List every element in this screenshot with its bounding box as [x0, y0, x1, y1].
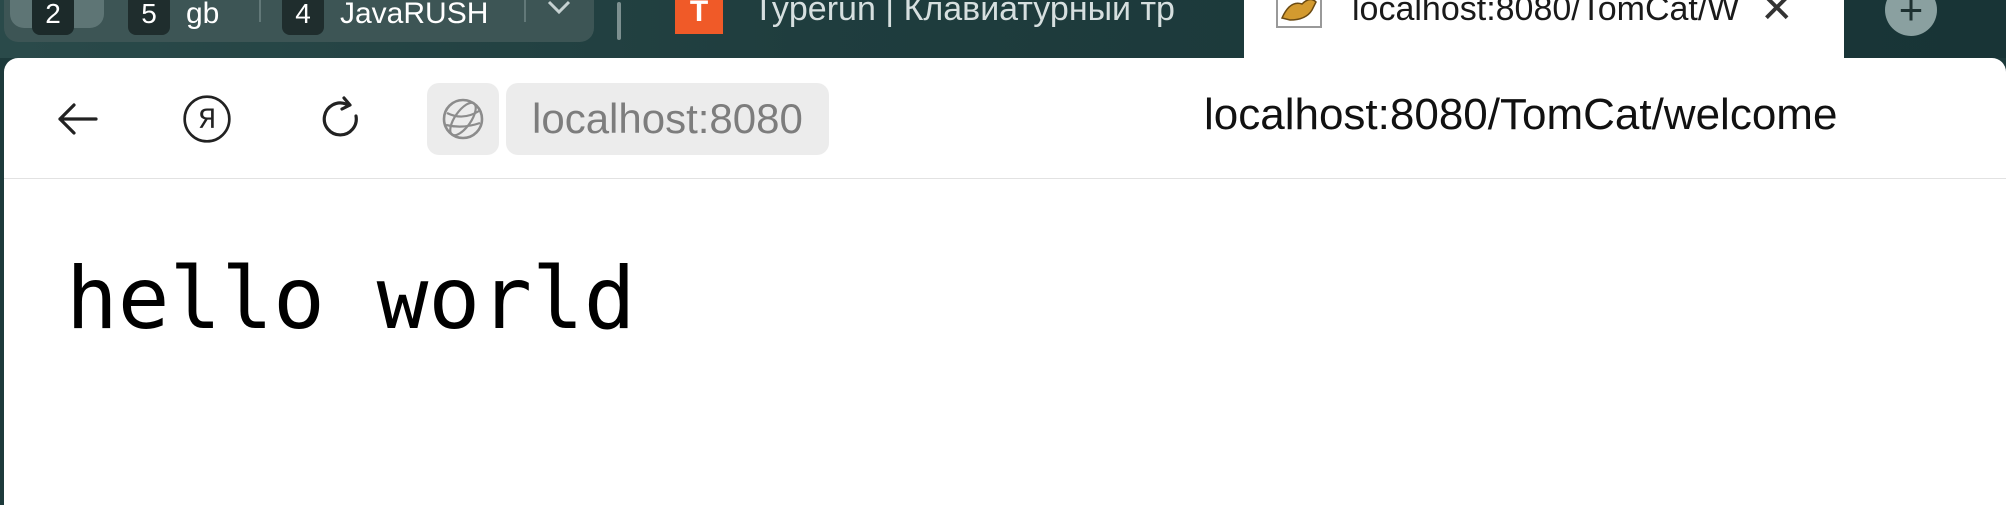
close-icon[interactable]: ✕ — [1760, 0, 1794, 32]
reload-button[interactable] — [316, 94, 366, 144]
chevron-down-icon[interactable] — [544, 0, 574, 25]
tab-group-badge: 2 — [32, 0, 74, 35]
tab-typerun[interactable]: T Typerun | Клавиатурный тр — [675, 0, 1215, 48]
svg-text:Я: Я — [198, 104, 217, 135]
page-content: hello world — [4, 179, 2006, 505]
tab-group-3[interactable]: 4 JavaRUSH — [282, 0, 488, 42]
reload-icon — [322, 96, 358, 137]
tab-active[interactable]: localhost:8080/TomCat/W ✕ — [1244, 0, 1844, 60]
tab-groups: 2 5 gb 4 JavaRUSH — [4, 0, 594, 42]
address-bar-url[interactable]: localhost:8080/TomCat/welcome — [1204, 90, 1837, 140]
page-heading: hello world — [66, 249, 636, 349]
tab-title: Typerun | Клавиатурный тр — [753, 0, 1175, 28]
tab-group-divider — [259, 0, 261, 22]
tab-group-badge: 4 — [282, 0, 324, 35]
browser-toolbar: Я localhost:8080 localhost:8080/TomCat/w… — [4, 58, 2006, 179]
tab-title: localhost:8080/TomCat/W — [1352, 0, 1740, 28]
tab-group-badge: 5 — [128, 0, 170, 35]
tomcat-favicon-icon — [1276, 0, 1322, 28]
tab-group-label: gb — [186, 0, 220, 30]
globe-icon — [442, 98, 484, 140]
tab-strip-divider — [617, 2, 621, 40]
site-info-button[interactable] — [427, 83, 499, 155]
tab-group-1-content[interactable]: 2 — [32, 0, 74, 42]
plus-icon: + — [1898, 0, 1924, 33]
yandex-logo-icon: Я — [183, 95, 231, 143]
typerun-favicon-icon: T — [675, 0, 723, 34]
new-tab-button[interactable]: + — [1885, 0, 1937, 36]
back-button[interactable] — [52, 94, 102, 144]
tab-group-divider — [524, 0, 526, 22]
yandex-button[interactable]: Я — [182, 94, 232, 144]
host-chip[interactable]: localhost:8080 — [506, 83, 829, 155]
tab-group-label: JavaRUSH — [340, 0, 489, 30]
tab-group-2[interactable]: 5 gb — [128, 0, 219, 42]
tab-strip: 2 5 gb 4 JavaRUSH T Typerun | Клавиатурн… — [0, 0, 2006, 60]
arrow-left-icon — [58, 103, 98, 135]
